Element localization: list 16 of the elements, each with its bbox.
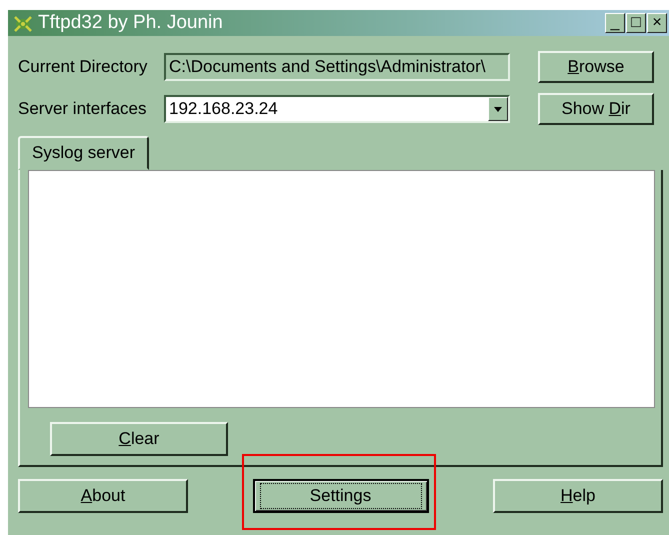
dropdown-arrow-icon <box>494 106 502 112</box>
tab[interactable]: Syslog server <box>18 136 149 170</box>
side-button[interactable]: Browse <box>538 51 654 83</box>
dialog-button[interactable]: Settings <box>252 479 428 513</box>
interface-dropdown[interactable]: 192.168.23.24 <box>164 95 510 123</box>
window-control-button[interactable]: × <box>647 13 667 33</box>
window-control-button[interactable]: _ <box>605 13 625 33</box>
clear-button[interactable]: Clear <box>50 422 228 456</box>
field-label: Current Directory <box>18 57 148 77</box>
directory-field[interactable]: C:\Documents and Settings\Administrator\ <box>164 53 510 81</box>
side-button[interactable]: Show Dir <box>538 93 654 125</box>
window-control-button[interactable]: □ <box>626 13 646 33</box>
dialog-button[interactable]: Help <box>493 479 663 513</box>
field-label: Server interfaces <box>18 99 148 119</box>
dialog-button[interactable]: About <box>18 479 188 513</box>
window-title: Tftpd32 by Ph. Jounin <box>38 12 224 34</box>
